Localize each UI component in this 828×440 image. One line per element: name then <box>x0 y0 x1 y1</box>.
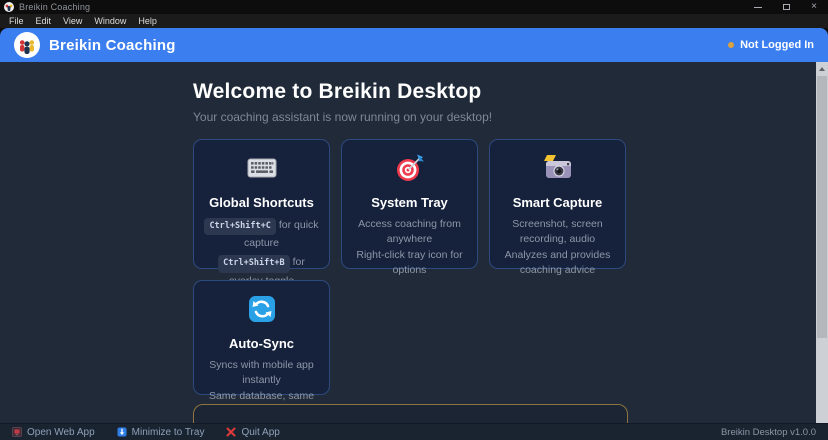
login-status-label: Not Logged In <box>740 39 814 51</box>
web-app-icon <box>12 427 22 437</box>
card-line: Screenshot, screen recording, audio <box>498 217 617 246</box>
scrollbar[interactable] <box>816 62 828 423</box>
card-smart-capture[interactable]: Smart Capture Screenshot, screen recordi… <box>489 139 626 269</box>
card-global-shortcuts[interactable]: Global Shortcuts Ctrl+Shift+Cfor quick c… <box>193 139 330 269</box>
menubar: File Edit View Window Help <box>0 14 828 28</box>
menu-window[interactable]: Window <box>88 14 132 28</box>
kbd-shortcut: Ctrl+Shift+B <box>218 255 289 272</box>
close-window-icon[interactable]: × <box>800 0 828 14</box>
scrollbar-thumb[interactable] <box>817 76 827 338</box>
card-auto-sync[interactable]: Auto-Sync Syncs with mobile app instantl… <box>193 280 330 395</box>
menu-view[interactable]: View <box>57 14 88 28</box>
page-subtitle: Your coaching assistant is now running o… <box>193 110 816 124</box>
card-line: Analyzes and provides coaching advice <box>498 248 617 277</box>
page-title: Welcome to Breikin Desktop <box>193 80 816 104</box>
menu-help[interactable]: Help <box>132 14 163 28</box>
app-title: Breikin Coaching <box>49 37 176 54</box>
card-system-tray[interactable]: System Tray Access coaching from anywher… <box>341 139 478 269</box>
maximize-window-icon[interactable] <box>772 0 800 14</box>
open-web-app-button[interactable]: Open Web App <box>12 427 95 438</box>
avatar <box>14 32 40 58</box>
menu-edit[interactable]: Edit <box>30 14 58 28</box>
card-title: Auto-Sync <box>202 336 321 351</box>
scrollbar-up-icon[interactable] <box>816 62 828 75</box>
shortcut-line: Ctrl+Shift+Cfor quick capture <box>202 217 321 251</box>
status-dot-icon <box>728 42 734 48</box>
menu-file[interactable]: File <box>3 14 30 28</box>
keyboard-icon <box>202 152 321 184</box>
window-controls: × <box>744 0 828 14</box>
breikin-desktop-window: { "window": { "title": "Breikin Coaching… <box>0 0 828 440</box>
welcome-section: Welcome to Breikin Desktop Your coaching… <box>0 62 816 124</box>
minimize-to-tray-button[interactable]: Minimize to Tray <box>117 427 205 438</box>
minimize-tray-icon <box>117 427 127 437</box>
card-line: Syncs with mobile app instantly <box>202 358 321 387</box>
app-header: Breikin Coaching Not Logged In <box>0 28 828 62</box>
login-status[interactable]: Not Logged In <box>728 39 814 51</box>
quit-app-button[interactable]: Quit App <box>226 427 279 438</box>
card-line: Right-click tray icon for options <box>350 248 469 277</box>
feature-cards: Global Shortcuts Ctrl+Shift+Cfor quick c… <box>193 139 626 395</box>
card-title: Smart Capture <box>498 195 617 210</box>
sync-icon <box>202 293 321 325</box>
titlebar: Breikin Coaching × <box>0 0 828 14</box>
kbd-shortcut: Ctrl+Shift+C <box>204 218 275 235</box>
app-version: Breikin Desktop v1.0.0 <box>721 427 816 438</box>
card-line: Access coaching from anywhere <box>350 217 469 246</box>
target-icon <box>350 152 469 184</box>
quit-x-icon <box>226 427 236 437</box>
app-logo-icon <box>4 2 14 12</box>
notice-box-partial <box>193 404 628 423</box>
main-content: Welcome to Breikin Desktop Your coaching… <box>0 62 816 423</box>
minimize-window-icon[interactable] <box>744 0 772 14</box>
footer-bar: Open Web App Minimize to Tray Quit App B… <box>0 423 828 440</box>
camera-icon <box>498 152 617 184</box>
card-title: System Tray <box>350 195 469 210</box>
card-title: Global Shortcuts <box>202 195 321 210</box>
window-title: Breikin Coaching <box>19 2 90 12</box>
